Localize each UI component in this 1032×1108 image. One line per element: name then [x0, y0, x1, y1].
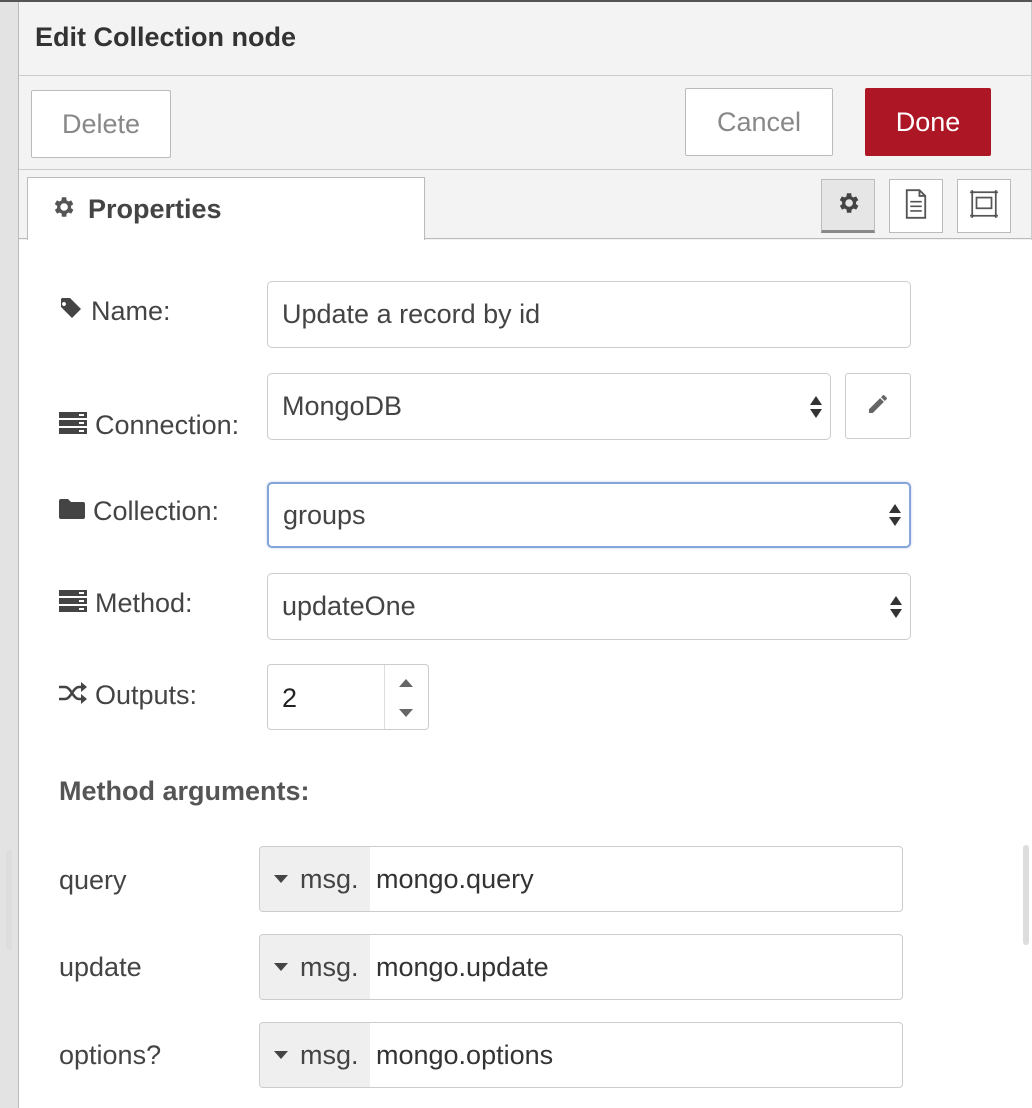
collection-label: Collection:	[93, 496, 220, 526]
random-icon	[59, 680, 95, 711]
edit-connection-button[interactable]	[845, 373, 911, 439]
connection-label-row: Connection:	[59, 410, 239, 441]
tray-header: Edit Collection node	[19, 0, 1031, 76]
stepper-down-icon[interactable]	[399, 709, 413, 717]
delete-button[interactable]: Delete	[31, 90, 171, 158]
update-typed-input[interactable]: msg. mongo.update	[259, 934, 903, 1000]
stepper-buttons	[384, 665, 428, 729]
tag-icon	[59, 296, 91, 327]
type-selector[interactable]: msg.	[260, 847, 370, 911]
tab-appearance-button[interactable]	[957, 179, 1011, 233]
resize-handle-left[interactable]	[6, 850, 12, 950]
method-select-value: updateOne	[282, 591, 416, 621]
appearance-icon	[969, 189, 999, 224]
method-arguments-title: Method arguments:	[59, 776, 310, 806]
name-label: Name:	[91, 296, 171, 326]
edit-tray: Edit Collection node Delete Cancel Done …	[18, 0, 1032, 1108]
connection-select[interactable]: MongoDB	[267, 373, 831, 440]
typed-input-value: mongo.options	[376, 1039, 554, 1070]
method-select[interactable]: updateOne	[267, 573, 911, 640]
collection-label-row: Collection:	[59, 496, 219, 527]
folder-icon	[59, 496, 93, 527]
connection-label: Connection:	[95, 410, 240, 440]
method-label: Method:	[95, 588, 193, 618]
caret-down-icon	[274, 875, 288, 883]
select-arrows-icon	[810, 395, 822, 418]
stepper-up-icon[interactable]	[399, 679, 413, 687]
done-button[interactable]: Done	[865, 88, 991, 156]
options-typed-input[interactable]: msg. mongo.options	[259, 1022, 903, 1088]
outputs-stepper[interactable]: 2	[267, 664, 429, 730]
type-label: msg.	[300, 1039, 359, 1070]
tab-properties-label: Properties	[88, 193, 222, 224]
outputs-value: 2	[282, 683, 298, 713]
type-label: msg.	[300, 951, 359, 982]
name-field-value: Update a record by id	[282, 299, 541, 329]
tab-description-button[interactable]	[889, 179, 943, 233]
arg-label-options: options?	[59, 1040, 162, 1070]
outputs-label-row: Outputs:	[59, 680, 197, 711]
type-label: msg.	[300, 863, 359, 894]
method-label-row: Method:	[59, 588, 193, 619]
typed-input-value: mongo.update	[376, 951, 549, 982]
name-field[interactable]: Update a record by id	[267, 281, 911, 348]
tab-properties[interactable]: Properties	[27, 177, 425, 240]
tab-bar: Properties	[19, 171, 1031, 240]
tray-toolbar: Delete Cancel Done	[19, 76, 1031, 170]
query-typed-input[interactable]: msg. mongo.query	[259, 846, 903, 912]
cancel-button[interactable]: Cancel	[685, 88, 833, 156]
gear-icon	[835, 190, 861, 221]
type-selector[interactable]: msg.	[260, 935, 370, 999]
server-icon	[59, 410, 95, 441]
gear-icon	[50, 194, 76, 225]
outputs-label: Outputs:	[95, 680, 198, 710]
pencil-icon	[866, 392, 890, 421]
caret-down-icon	[274, 1051, 288, 1059]
server-icon	[59, 588, 95, 619]
caret-down-icon	[274, 963, 288, 971]
select-arrows-icon	[889, 504, 901, 526]
collection-select-value: groups	[283, 499, 366, 530]
properties-panel: Name: Update a record by id Connection: …	[19, 240, 1032, 1108]
resize-handle-right[interactable]	[1023, 845, 1029, 945]
typed-input-value: mongo.query	[376, 863, 534, 894]
top-border	[0, 0, 1032, 2]
tab-properties-button[interactable]	[821, 179, 875, 233]
collection-select[interactable]: groups	[267, 482, 911, 548]
tray-title: Edit Collection node	[35, 22, 296, 52]
document-icon	[903, 188, 929, 224]
type-selector[interactable]: msg.	[260, 1023, 370, 1087]
name-label-row: Name:	[59, 296, 171, 327]
select-arrows-icon	[890, 595, 902, 618]
arg-label-update: update	[59, 952, 142, 982]
connection-select-value: MongoDB	[282, 391, 403, 421]
arg-label-query: query	[59, 865, 127, 895]
